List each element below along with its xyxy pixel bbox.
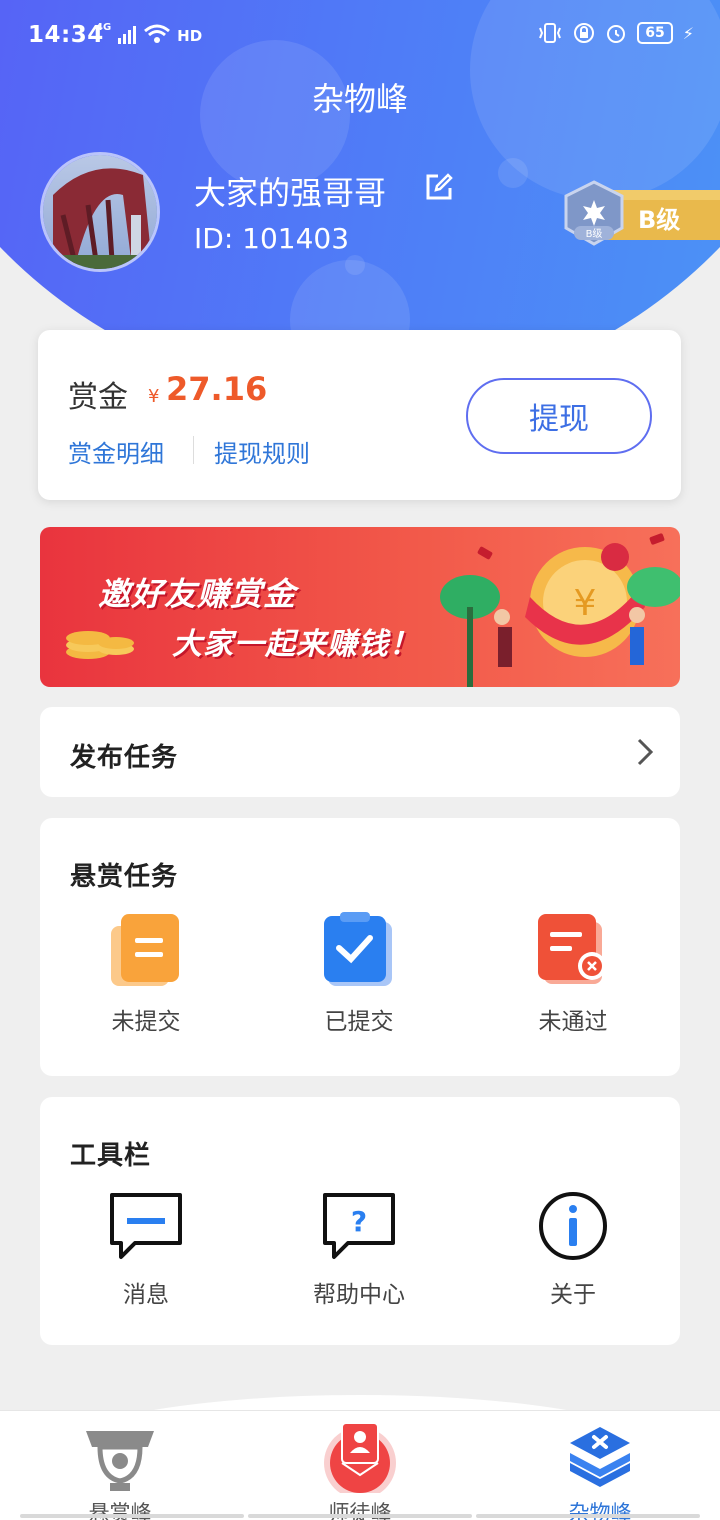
network-label: 4G — [96, 22, 112, 33]
banner-headline: 邀好友赚赏金 — [98, 575, 297, 613]
lock-rotation-icon — [574, 23, 595, 43]
publish-task-label: 发布任务 — [70, 743, 179, 773]
toolbar-title: 工具栏 — [70, 1141, 152, 1171]
battery-indicator: 65 — [637, 22, 673, 44]
tool-messages[interactable]: 消息 — [76, 1191, 216, 1309]
reward-detail-link[interactable]: 赏金明细 — [68, 434, 164, 469]
help-bubble-icon: ? — [323, 1193, 395, 1259]
page-title: 杂物峰 — [311, 80, 408, 118]
indicator-segment — [476, 1514, 700, 1518]
indicator-segment — [20, 1514, 244, 1518]
charging-icon: ⚡ — [682, 23, 694, 43]
alarm-icon — [607, 25, 626, 43]
task-rejected-label: 未通过 — [538, 1009, 608, 1035]
tab-misc-peak[interactable]: 杂物峰 — [520, 1411, 680, 1520]
tool-about-label: 关于 — [550, 1282, 596, 1308]
status-bar: 14:34 4G HD 65 ⚡ — [0, 0, 720, 74]
reward-card: 赏金 ¥ 27.16 赏金明细 提现规则 提现 — [38, 330, 681, 500]
wifi-icon — [144, 24, 171, 43]
tab-bounty-peak[interactable]: 悬赏峰 — [40, 1411, 200, 1520]
home-indicator — [0, 1514, 720, 1520]
svg-text:¥: ¥ — [574, 583, 597, 624]
mentor-icon — [324, 1422, 396, 1499]
tab-mentor-peak[interactable]: 师徒峰 — [280, 1411, 440, 1520]
user-name: 大家的强哥哥 — [194, 174, 387, 212]
currency-symbol: ¥ — [148, 386, 160, 407]
signal-icon — [118, 26, 137, 44]
level-badge[interactable]: B级 B级 — [556, 178, 720, 248]
document-icon — [111, 914, 179, 986]
message-icon — [110, 1193, 182, 1259]
reward-amount: 27.16 — [166, 370, 268, 408]
avatar[interactable] — [40, 152, 160, 272]
reward-label: 赏金 — [68, 380, 128, 415]
tool-help-center-label: 帮助中心 — [313, 1282, 405, 1308]
svg-text:?: ? — [351, 1205, 367, 1238]
checked-clipboard-icon — [324, 912, 392, 986]
withdraw-button[interactable]: 提现 — [466, 378, 652, 454]
invite-banner[interactable]: ¥ 邀好友赚赏金 大家一起来赚钱！ — [40, 527, 680, 687]
layers-icon — [570, 1427, 630, 1487]
level-label: B级 — [638, 206, 681, 234]
tool-help-center[interactable]: ? 帮助中心 — [289, 1191, 429, 1309]
decor-bubble — [345, 255, 365, 275]
decor-bubble — [498, 158, 528, 188]
status-time: 14:34 — [28, 22, 104, 48]
edit-icon[interactable] — [424, 172, 454, 202]
bottom-tab-bar: 悬赏峰 师徒峰 杂物峰 — [0, 1410, 720, 1520]
task-unsubmitted[interactable]: 未提交 — [76, 912, 216, 1036]
publish-task-row[interactable]: 发布任务 — [40, 707, 680, 797]
withdraw-rules-link[interactable]: 提现规则 — [214, 434, 310, 469]
trophy-icon — [86, 1431, 154, 1491]
task-submitted[interactable]: 已提交 — [289, 912, 429, 1036]
indicator-segment — [248, 1514, 472, 1518]
level-badge-inner: B级 — [586, 228, 603, 240]
user-id: ID: 101403 — [194, 222, 350, 255]
bounty-tasks-card: 悬赏任务 未提交 已提交 未通过 — [40, 818, 680, 1076]
link-divider — [193, 436, 194, 464]
bounty-tasks-title: 悬赏任务 — [70, 862, 179, 892]
task-rejected[interactable]: 未通过 — [503, 912, 643, 1036]
hd-label: HD — [177, 27, 203, 45]
vibrate-icon — [539, 23, 562, 43]
task-submitted-label: 已提交 — [324, 1009, 394, 1035]
rejected-document-icon — [538, 914, 606, 984]
tool-messages-label: 消息 — [123, 1282, 169, 1308]
banner-subheadline: 大家一起来赚钱！ — [172, 627, 420, 662]
status-left-icons: 4G HD — [96, 22, 202, 45]
toolbar-card: 工具栏 消息 ? 帮助中心 关于 — [40, 1097, 680, 1345]
status-right-icons: 65 ⚡ — [537, 22, 694, 44]
tool-about[interactable]: 关于 — [503, 1191, 643, 1309]
task-unsubmitted-label: 未提交 — [111, 1009, 181, 1035]
info-icon — [539, 1192, 607, 1260]
chevron-right-icon — [637, 738, 654, 766]
